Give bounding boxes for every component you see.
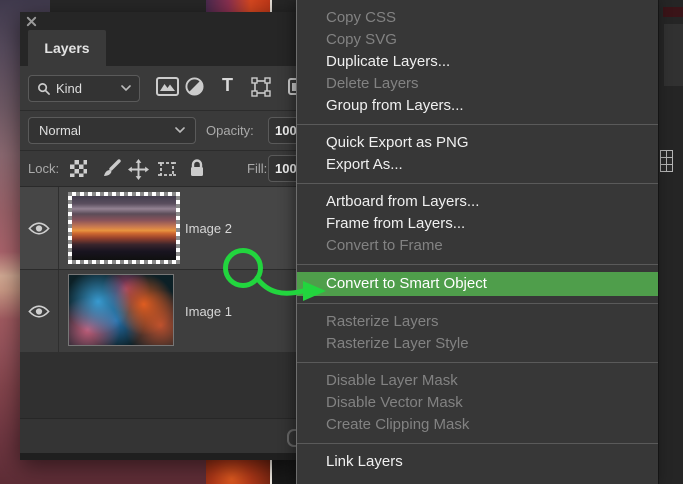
layer-name[interactable]: Image 1 xyxy=(185,270,232,352)
chevron-down-icon xyxy=(175,127,185,134)
tab-layers-label: Layers xyxy=(44,40,89,56)
desktop: Layers Kind xyxy=(0,0,683,484)
background-dock-block xyxy=(664,24,683,86)
layer-list-empty-area xyxy=(20,352,296,418)
menu-item: Disable Layer Mask xyxy=(297,370,658,392)
layer-row-image-2[interactable]: Image 2 xyxy=(20,187,296,270)
type-layer-filter-icon[interactable]: T xyxy=(222,75,233,95)
visibility-eye-icon[interactable] xyxy=(28,221,50,236)
menu-item[interactable]: Duplicate Layers... xyxy=(297,51,658,73)
fill-value[interactable]: 100% xyxy=(268,155,296,182)
layer-thumbnail-selected[interactable] xyxy=(68,192,180,264)
menu-item: Copy SVG xyxy=(297,29,658,51)
layer-name[interactable]: Image 2 xyxy=(185,187,232,269)
background-image-sliver-top xyxy=(206,0,272,12)
menu-item[interactable]: Quick Export as PNG xyxy=(297,132,658,154)
menu-section: Copy CSSCopy SVGDuplicate Layers...Delet… xyxy=(297,0,658,124)
lock-transparency-icon[interactable] xyxy=(70,160,87,177)
menu-section: Rasterize LayersRasterize Layer Style xyxy=(297,304,658,362)
filter-kind-label: Kind xyxy=(56,81,82,96)
menu-section: Link Layers xyxy=(297,444,658,480)
menu-item[interactable]: Artboard from Layers... xyxy=(297,191,658,213)
menu-item[interactable]: Export As... xyxy=(297,154,658,176)
background-dark-patch xyxy=(272,459,296,484)
lock-artboard-icon[interactable] xyxy=(157,159,177,179)
opacity-value[interactable]: 100% xyxy=(268,117,296,144)
blend-mode-dropdown[interactable]: Normal xyxy=(28,117,196,144)
lock-all-icon[interactable] xyxy=(189,159,205,178)
background-image-sliver-right xyxy=(663,7,683,17)
opacity-label: Opacity: xyxy=(206,123,254,138)
menu-item[interactable]: Frame from Layers... xyxy=(297,213,658,235)
lock-row: Lock: Fill: 100% xyxy=(20,151,296,187)
close-icon[interactable] xyxy=(26,16,37,27)
blend-row: Normal Opacity: 100% xyxy=(20,111,296,151)
menu-section: Quick Export as PNGExport As... xyxy=(297,125,658,183)
panel-bottom-edge xyxy=(20,453,296,460)
dock-grid-icon xyxy=(660,150,673,172)
layers-panel: Layers Kind xyxy=(20,12,296,460)
panel-titlebar xyxy=(20,12,296,30)
search-icon xyxy=(37,82,50,95)
layer-row-image-1[interactable]: Image 1 xyxy=(20,270,296,353)
tab-layers[interactable]: Layers xyxy=(28,30,106,66)
menu-item[interactable]: Link Layers xyxy=(297,451,658,473)
fill-label: Fill: xyxy=(247,161,267,176)
visibility-eye-icon[interactable] xyxy=(28,304,50,319)
blend-mode-value: Normal xyxy=(39,123,81,138)
menu-item[interactable]: Group from Layers... xyxy=(297,95,658,117)
menu-item: Delete Layers xyxy=(297,73,658,95)
smart-object-filter-icon[interactable] xyxy=(288,77,296,96)
menu-item: Convert to Frame xyxy=(297,235,658,257)
menu-item: Rasterize Layer Style xyxy=(297,333,658,355)
menu-item[interactable]: Convert to Smart Object xyxy=(297,272,658,296)
layer-thumbnail[interactable] xyxy=(68,274,174,346)
background-image-sliver-bottom xyxy=(206,459,272,484)
shape-layer-filter-icon[interactable] xyxy=(251,77,271,97)
filter-row: Kind T xyxy=(20,66,296,111)
layer-list: Image 2 Image 1 xyxy=(20,187,296,353)
lock-position-move-icon[interactable] xyxy=(128,159,149,180)
menu-section: Disable Layer MaskDisable Vector MaskCre… xyxy=(297,363,658,443)
footer-icon-sliver xyxy=(287,429,296,447)
lock-label: Lock: xyxy=(28,161,59,176)
adjustment-layer-filter-icon[interactable] xyxy=(185,77,204,96)
menu-item: Copy CSS xyxy=(297,7,658,29)
menu-section: Convert to Smart Object xyxy=(297,265,658,303)
lock-paint-brush-icon[interactable] xyxy=(102,159,121,178)
panel-tab-bar: Layers xyxy=(20,30,296,66)
menu-item: Rasterize Layers xyxy=(297,311,658,333)
menu-section: Artboard from Layers...Frame from Layers… xyxy=(297,184,658,264)
chevron-down-icon xyxy=(121,85,131,92)
panel-footer xyxy=(20,418,296,454)
menu-item: Disable Vector Mask xyxy=(297,392,658,414)
pixel-layer-filter-icon[interactable] xyxy=(156,77,179,96)
context-menu: Copy CSSCopy SVGDuplicate Layers...Delet… xyxy=(296,0,658,484)
filter-kind-dropdown[interactable]: Kind xyxy=(28,75,140,102)
menu-item: Create Clipping Mask xyxy=(297,414,658,436)
